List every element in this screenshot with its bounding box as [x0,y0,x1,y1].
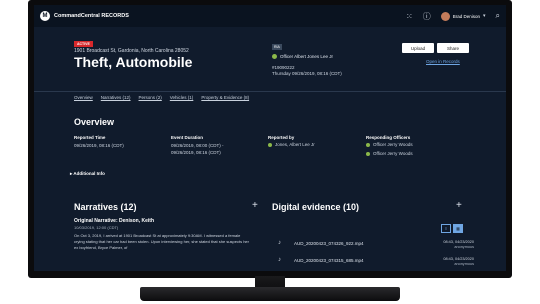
page-title: Theft, Automobile [74,54,193,70]
header-divider [34,91,506,92]
evidence-file-name[interactable]: AUD_20200423_074326_922.mp4 [294,241,364,246]
tab-persons[interactable]: Persons (2) [139,95,162,100]
responding-officer-name: Officer Jerry Woods [373,151,413,156]
officer-status-icon [272,54,277,59]
narratives-heading: Narratives (12) [74,202,137,212]
case-officer: Officer Albert Jones Lee Jr [272,54,333,59]
responding-officer-2[interactable]: Officer Jerry Woods [366,151,413,156]
case-datetime: Thursday 09/26/2019, 08:16 (CDT) [272,71,342,76]
evidence-date: 08:43, 04/23/2020 [443,257,474,261]
reported-time-value: 09/26/2019, 08:16 (CDT) [74,143,124,148]
add-evidence-plus-icon[interactable]: + [456,200,462,211]
app-screen: M CommandCentral RECORDS ⁙ ⓘ Brad Deniso… [34,5,506,271]
case-type-badge: RIA [272,44,282,50]
monitor-stand-base [140,287,400,301]
officer-status-icon [268,142,272,147]
responding-officers-block: Responding Officers Officer Jerry Woods … [366,135,413,156]
tab-property-evidence[interactable]: Property & Evidence (8) [201,95,249,100]
reported-by-label: Reported by [268,135,295,140]
caret-down-icon: ▾ [483,13,486,19]
tab-overview[interactable]: Overview [74,95,93,100]
tab-vehicles[interactable]: Vehicles (1) [170,95,194,100]
section-nav: Overview Narratives (12) Persons (2) Veh… [74,95,249,100]
audio-icon: ♪ [278,240,281,246]
info-icon[interactable]: ⓘ [423,11,431,22]
officer-status-icon [366,142,370,147]
case-number: #19090222 [272,65,295,70]
add-narrative-plus-icon[interactable]: + [252,200,258,211]
tab-narratives[interactable]: Narratives (12) [101,95,131,100]
responding-officers-label: Responding Officers [366,135,411,140]
responding-officer-name: Officer Jerry Woods [373,142,413,147]
grid-icon[interactable]: ⁙ [406,12,413,21]
list-view-icon[interactable]: ≡ [441,224,451,233]
event-duration-block: Event Duration 09/26/2019, 08:00 (CDT) -… [171,135,224,156]
reported-by-name: Jones, Albert Lee Jr [275,142,315,147]
audio-icon: ♪ [278,257,281,263]
upload-button[interactable]: Upload [402,43,434,53]
top-bar: M CommandCentral RECORDS ⁙ ⓘ Brad Deniso… [34,5,506,27]
brand-logo[interactable]: M [40,11,50,21]
additional-info-toggle[interactable]: ▸ Additional Info [70,171,105,177]
status-badge: ACTIVE [74,41,93,47]
evidence-row[interactable]: ♪ AUD_20200423_074315_685.mp4 08:43, 04/… [278,257,474,271]
officer-name: Officer Albert Jones Lee Jr [280,54,333,59]
narrative-date: 10/03/2019, 12:00 (CDT) [74,225,119,230]
reported-by-block: Reported by Jones, Albert Lee Jr [268,135,315,147]
user-menu[interactable]: Brad Denison ▾ [440,11,486,21]
evidence-file-name[interactable]: AUD_20200423_074315_685.mp4 [294,258,364,263]
event-duration-label: Event Duration [171,135,204,140]
app-title: CommandCentral RECORDS [54,13,129,19]
reported-by-officer[interactable]: Jones, Albert Lee Jr [268,142,315,147]
additional-info-label: Additional Info [73,171,105,176]
narrative-title[interactable]: Original Narrative: Denison, Keith [74,218,154,224]
reported-time-block: Reported Time 09/26/2019, 08:16 (CDT) [74,135,124,149]
view-toggle: ≡ ▦ [441,224,463,233]
open-in-records-link[interactable]: Open in Records [426,59,460,64]
search-icon[interactable]: ⌕ [496,11,500,21]
grid-view-icon[interactable]: ▦ [453,224,463,233]
evidence-user: anonymous [454,262,474,266]
responding-officer-1[interactable]: Officer Jerry Woods [366,142,413,147]
event-duration-end: 09/26/2019, 08:16 (CDT) [171,150,221,155]
evidence-row[interactable]: ♪ AUD_20200423_074326_922.mp4 08:43, 04/… [278,240,474,256]
top-bar-actions: ⁙ ⓘ Brad Denison ▾ ⌕ [406,5,500,27]
avatar [440,11,450,21]
evidence-user: anonymous [454,245,474,249]
officer-status-icon [366,151,370,156]
user-name: Brad Denison [452,13,480,19]
evidence-date: 08:43, 04/23/2020 [443,240,474,244]
reported-time-label: Reported Time [74,135,106,140]
narrative-body: On Oct 3, 2019, I arrived at 1901 Broadc… [74,233,249,250]
event-duration-start: 09/26/2019, 08:00 (CDT) - [171,143,224,148]
overview-heading: Overview [74,117,115,127]
digital-evidence-heading: Digital evidence (10) [272,202,360,212]
case-header: ACTIVE 1901 Broadcast St, Gardonia, Nort… [34,27,506,91]
share-button[interactable]: Share [437,43,469,53]
